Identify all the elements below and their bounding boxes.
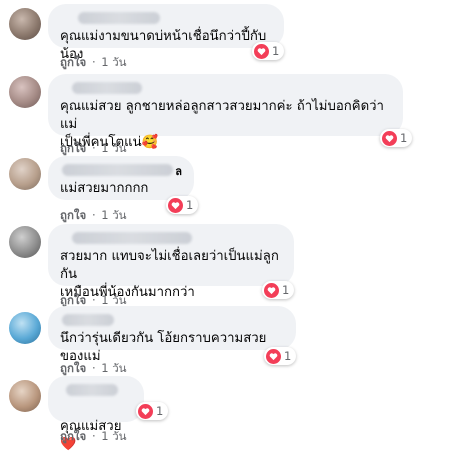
commenter-name-blurred[interactable] — [78, 12, 160, 24]
reaction-count[interactable]: 1 — [136, 402, 169, 420]
comment-bubble: คุณแม่งามขนาดบ่หน้าเชื่อนึกว่าปี้กับน้อง — [48, 4, 284, 62]
reaction-count[interactable]: 1 — [262, 281, 295, 299]
heart-reaction-icon — [264, 282, 279, 298]
avatar[interactable] — [9, 380, 41, 412]
comment-bubble: คุณแม่สวย ลูกชายหล่อลูกสาวสวยมากค่ะ ถ้าไ… — [48, 74, 403, 150]
comment-actions: ถูกใจ · 1 วัน — [60, 208, 127, 222]
comment-bubble: ล แม่สวยมากกกก — [48, 156, 194, 200]
avatar[interactable] — [9, 8, 41, 40]
comment-actions: ถูกใจ · 1 วัน — [60, 55, 127, 69]
avatar[interactable] — [9, 158, 41, 190]
comment-bubble: คุณแม่สวย ❤️ — [48, 376, 144, 452]
avatar[interactable] — [9, 76, 41, 108]
timestamp[interactable]: 1 วัน — [101, 293, 126, 307]
heart-reaction-icon — [138, 403, 153, 419]
timestamp[interactable]: 1 วัน — [101, 141, 126, 155]
like-link[interactable]: ถูกใจ — [60, 141, 86, 155]
comment-actions: ถูกใจ · 1 วัน — [60, 429, 127, 443]
timestamp[interactable]: 1 วัน — [101, 429, 126, 443]
comment-bubble: นึกว่ารุ่นเดียวกัน โอ้ยกราบความสวยของแม่ — [48, 306, 296, 364]
heart-reaction-icon — [168, 197, 183, 213]
avatar[interactable] — [9, 312, 41, 344]
commenter-name-suffix: ล — [175, 165, 182, 178]
comment-text: แม่สวยมากกกก — [60, 181, 149, 196]
comment-bubble: สวยมาก แทบจะไม่เชื่อเลยว่าเป็นแม่ลูกกัน … — [48, 224, 294, 300]
heart-reaction-icon — [266, 348, 281, 364]
commenter-name-blurred[interactable] — [62, 164, 174, 176]
commenter-name-blurred[interactable] — [66, 384, 118, 396]
heart-reaction-icon — [254, 43, 269, 59]
avatar[interactable] — [9, 226, 41, 258]
timestamp[interactable]: 1 วัน — [101, 361, 126, 375]
reaction-count[interactable]: 1 — [252, 42, 285, 60]
timestamp[interactable]: 1 วัน — [101, 208, 126, 222]
like-link[interactable]: ถูกใจ — [60, 293, 86, 307]
like-link[interactable]: ถูกใจ — [60, 361, 86, 375]
like-link[interactable]: ถูกใจ — [60, 429, 86, 443]
like-link[interactable]: ถูกใจ — [60, 55, 86, 69]
like-link[interactable]: ถูกใจ — [60, 208, 86, 222]
commenter-name-blurred[interactable] — [72, 82, 142, 94]
timestamp[interactable]: 1 วัน — [101, 55, 126, 69]
commenter-name-blurred[interactable] — [62, 314, 114, 326]
reaction-count[interactable]: 1 — [166, 196, 199, 214]
heart-reaction-icon — [382, 130, 397, 146]
reaction-count[interactable]: 1 — [380, 129, 413, 147]
commenter-name-blurred[interactable] — [72, 232, 192, 244]
reaction-count[interactable]: 1 — [264, 347, 297, 365]
